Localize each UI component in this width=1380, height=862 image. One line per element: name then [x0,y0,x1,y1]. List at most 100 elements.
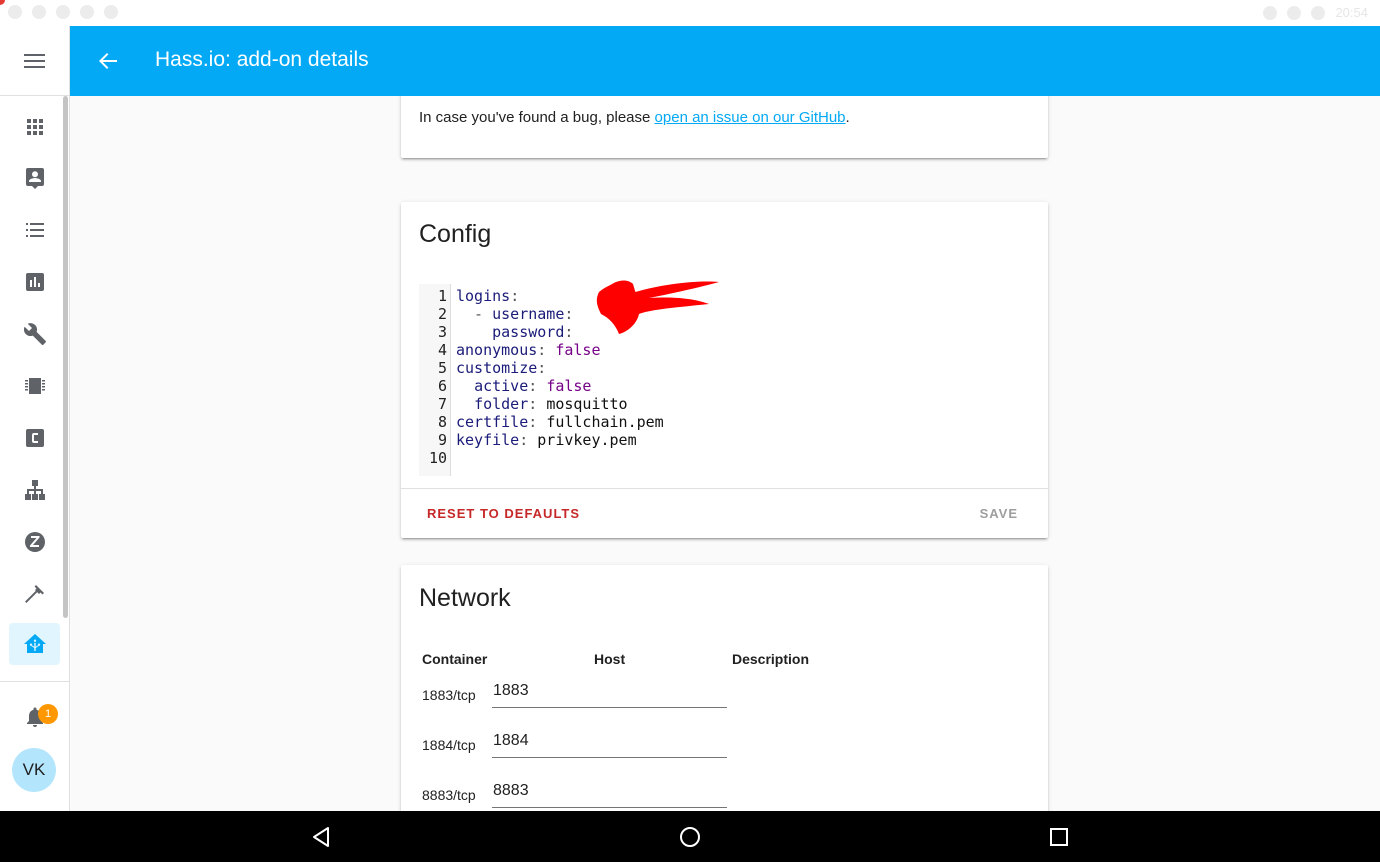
reset-to-defaults-button[interactable]: RESET TO DEFAULTS [419,500,588,527]
yaml-separator: : [537,359,547,377]
chart-box-icon [25,273,44,291]
yaml-key: certfile [456,413,529,431]
hammer-icon [24,585,44,603]
vibrate-icon [1263,5,1278,20]
yaml-separator: : [528,395,547,413]
yaml-key: username [492,305,565,323]
code-line: 9 keyfile: privkey.pem [419,431,1019,449]
yaml-key: password [492,323,565,341]
bug-report-card: In case you've found a bug, please open … [401,96,1048,158]
notification-icon [56,5,70,19]
bug-report-text: In case you've found a bug, please open … [419,109,850,126]
save-button[interactable]: SAVE [972,500,1026,527]
column-header-container: Container [422,651,488,667]
line-number: 3 [437,323,447,341]
back-button[interactable] [90,49,126,73]
recents-square-icon [1050,828,1068,846]
code-text: certfile: fullchain.pem [456,413,664,431]
config-card: Config 1 logins: 2 - username: 3 password: 4… [401,202,1048,538]
sidebar-item-esphome[interactable] [9,365,60,407]
container-port-label: 1884/tcp [422,737,476,753]
bug-report-suffix: . [845,109,850,126]
nav-home-button[interactable] [675,823,705,851]
sidebar-item-history[interactable] [9,261,60,303]
code-text: active: false [456,377,591,395]
sidebar-item-hassio[interactable] [9,623,60,665]
code-text: keyfile: privkey.pem [456,431,637,449]
android-status-bar: 20:54 [0,0,1380,26]
host-port-input[interactable]: 1884 [492,728,727,758]
yaml-separator: : [510,287,520,305]
account-box-icon [25,168,44,189]
sidebar-item-map[interactable] [9,157,60,199]
code-text: password: [456,323,573,341]
code-text: folder: mosquitto [456,395,628,413]
line-number: 4 [437,341,447,359]
yaml-value: privkey.pem [537,431,637,449]
page-title: Hass.io: add-on details [155,48,369,71]
yaml-key: anonymous [456,341,538,359]
code-text: - username: [456,305,573,323]
notification-icon [32,5,46,19]
sitemap-icon [24,480,45,500]
yaml-code-editor[interactable]: 1 logins: 2 - username: 3 password: 4 anonymo… [419,280,1029,476]
notification-icon [8,5,22,19]
hassio-icon [23,634,46,653]
sidebar-item-logbook[interactable] [9,209,60,251]
config-title: Config [419,220,492,248]
hamburger-icon [23,53,45,68]
sidebar-item-developer-tools[interactable] [9,573,60,615]
network-card: Network Container Host Description 1883/… [401,565,1048,811]
column-header-description: Description [732,651,810,667]
code-line: 10 [419,449,1019,467]
line-number: 1 [437,287,447,305]
config-actions: RESET TO DEFAULTS SAVE [401,488,1048,538]
yaml-key: logins [456,287,511,305]
yaml-value: mosquitto [546,395,628,413]
yaml-separator: : [519,431,538,449]
app-bar: Hass.io: add-on details [70,26,1380,96]
home-circle-icon [680,827,700,847]
yaml-key: keyfile [456,431,520,449]
code-text: customize: [456,359,546,377]
code-indent: - [456,305,493,323]
wifi-icon [1287,5,1302,20]
code-line: 8 certfile: fullchain.pem [419,413,1019,431]
yaml-key: folder [474,395,529,413]
menu-button[interactable] [0,26,69,96]
notification-badge: 1 [38,704,58,724]
user-avatar[interactable]: VK [12,748,56,792]
yaml-separator: : [528,413,547,431]
column-header-host: Host [594,651,626,667]
yaml-separator: : [564,305,574,323]
container-port-label: 8883/tcp [422,787,476,803]
sidebar-item-overview[interactable] [9,106,60,148]
code-line: 5 customize: [419,359,1019,377]
notification-icon [80,5,94,19]
sidebar: 1 VK [0,26,70,811]
sidebar-item-console[interactable] [9,417,60,459]
recording-indicator [0,0,5,5]
status-notification-icons [8,5,118,19]
c-box-icon [25,429,44,447]
line-number: 9 [437,431,447,449]
bug-report-prefix: In case you've found a bug, please [419,109,655,126]
nav-back-button[interactable] [306,823,336,851]
wrench-icon [23,323,46,345]
code-line: 7 folder: mosquitto [419,395,1019,413]
apps-icon [26,119,43,135]
github-issue-link[interactable]: open an issue on our GitHub [655,109,846,126]
sidebar-item-node-red[interactable] [9,469,60,511]
host-port-input[interactable]: 1883 [492,678,727,708]
host-port-input[interactable]: 8883 [492,778,727,808]
main-content: In case you've found a bug, please open … [70,96,1380,811]
code-line: 6 active: false [419,377,1019,395]
yaml-separator: : [537,341,556,359]
sidebar-item-zwave[interactable] [9,521,60,563]
notification-icon [104,5,118,19]
sidebar-scrollbar[interactable] [63,96,68,618]
yaml-separator: : [564,323,574,341]
sidebar-item-configuration[interactable] [9,313,60,355]
nav-recents-button[interactable] [1044,823,1074,851]
